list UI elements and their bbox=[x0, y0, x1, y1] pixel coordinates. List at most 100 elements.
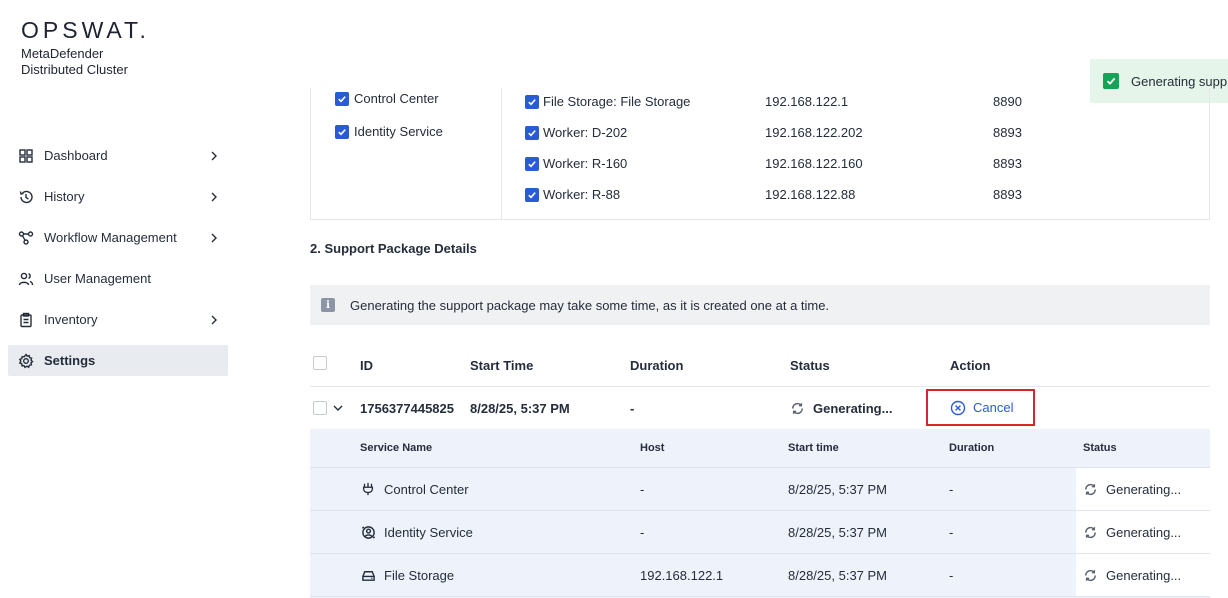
row-select-cell bbox=[313, 387, 327, 429]
service-port: 8890 bbox=[993, 94, 1022, 109]
service-name: File Storage: File Storage bbox=[543, 94, 691, 109]
start-cell: 8/28/25, 5:37 PM bbox=[788, 481, 888, 497]
service-name: Control Center bbox=[384, 481, 469, 497]
nav-label: Dashboard bbox=[44, 148, 108, 163]
nav-item-workflow-management[interactable]: Workflow Management bbox=[8, 222, 228, 253]
nav-label: Settings bbox=[44, 353, 96, 368]
service-port: 8893 bbox=[993, 156, 1022, 171]
host-cell: - bbox=[640, 481, 645, 497]
section-title: 2. Support Package Details bbox=[310, 241, 477, 256]
plug-icon bbox=[360, 481, 376, 497]
select-all-checkbox[interactable] bbox=[313, 355, 327, 370]
toast-text: Generating supp bbox=[1131, 73, 1228, 89]
row-duration: - bbox=[630, 400, 635, 416]
table-row: 1756377445825 8/28/25, 5:37 PM - Generat… bbox=[310, 387, 1210, 429]
service-option-label: Identity Service bbox=[354, 124, 443, 139]
row-status: Generating... bbox=[790, 387, 892, 429]
info-icon: i bbox=[321, 298, 335, 312]
checkbox-checked[interactable] bbox=[525, 94, 539, 109]
chevron-right-icon bbox=[208, 150, 220, 162]
sub-table-header: Service Name Host Start time Duration St… bbox=[310, 429, 1210, 468]
nav-label: Workflow Management bbox=[44, 230, 177, 245]
nav-item-dashboard[interactable]: Dashboard bbox=[8, 140, 228, 171]
chevron-right-icon bbox=[208, 314, 220, 326]
identity-icon bbox=[360, 524, 376, 540]
clipboard-icon bbox=[18, 312, 34, 328]
header-start-time: Start Time bbox=[470, 358, 534, 373]
service-option-control-center[interactable]: Control Center bbox=[335, 91, 439, 106]
spinner-icon bbox=[1083, 525, 1098, 540]
nav-item-user-management[interactable]: User Management bbox=[8, 263, 228, 294]
service-name: Worker: R-88 bbox=[543, 187, 621, 202]
checkbox-checked[interactable] bbox=[335, 124, 349, 139]
row-checkbox[interactable] bbox=[313, 401, 327, 415]
service-name: Worker: D-202 bbox=[543, 125, 628, 140]
checkbox-checked[interactable] bbox=[335, 91, 349, 106]
sub-header-service: Service Name bbox=[360, 442, 433, 454]
status-cell: Generating... bbox=[1076, 468, 1210, 510]
cancel-button[interactable]: Cancel bbox=[926, 389, 1035, 426]
select-all-cell bbox=[313, 345, 327, 386]
chevron-down-icon bbox=[332, 402, 344, 414]
sub-header-start: Start time bbox=[788, 442, 839, 454]
spinner-icon bbox=[1083, 568, 1098, 583]
spinner-icon bbox=[790, 401, 805, 416]
status-text: Generating... bbox=[1106, 567, 1182, 583]
history-icon bbox=[18, 189, 34, 205]
row-id: 1756377445825 bbox=[360, 400, 454, 416]
service-name: Worker: R-160 bbox=[543, 156, 628, 171]
service-host: 192.168.122.202 bbox=[765, 125, 863, 140]
cancel-circle-icon bbox=[950, 400, 966, 416]
service-option-row[interactable]: Worker: R-88 192.168.122.88 8893 bbox=[525, 187, 1205, 202]
users-icon bbox=[18, 271, 34, 287]
status-cell: Generating... bbox=[1076, 554, 1210, 596]
start-cell: 8/28/25, 5:37 PM bbox=[788, 524, 888, 540]
host-cell: 192.168.122.1 bbox=[640, 567, 724, 583]
nav-label: Inventory bbox=[44, 312, 98, 327]
brand: OPSWAT. MetaDefender Distributed Cluster bbox=[21, 17, 150, 78]
chevron-right-icon bbox=[208, 191, 220, 203]
checkbox-checked[interactable] bbox=[525, 187, 539, 202]
workflow-icon bbox=[18, 230, 34, 246]
service-host: 192.168.122.88 bbox=[765, 187, 856, 202]
sub-table-row: Identity Service - 8/28/25, 5:37 PM - Ge… bbox=[310, 511, 1210, 554]
sub-table-row: Control Center - 8/28/25, 5:37 PM - Gene… bbox=[310, 468, 1210, 511]
header-action: Action bbox=[950, 358, 991, 373]
nav-item-settings[interactable]: Settings bbox=[8, 345, 228, 376]
spinner-icon bbox=[1083, 482, 1098, 497]
service-option-row[interactable]: Worker: D-202 192.168.122.202 8893 bbox=[525, 125, 1205, 140]
nav-item-history[interactable]: History bbox=[8, 181, 228, 212]
service-cell: File Storage bbox=[360, 554, 454, 596]
nav-item-inventory[interactable]: Inventory bbox=[8, 304, 228, 335]
checkbox-checked[interactable] bbox=[525, 125, 539, 140]
status-cell: Generating... bbox=[1076, 511, 1210, 553]
service-cell: Control Center bbox=[360, 468, 469, 510]
header-id: ID bbox=[360, 358, 373, 373]
grid-icon bbox=[18, 148, 34, 164]
service-selection-panel: Control Center Identity Service File Sto… bbox=[310, 88, 1210, 220]
row-start-time: 8/28/25, 5:37 PM bbox=[470, 400, 570, 416]
chevron-right-icon bbox=[208, 232, 220, 244]
nav-label: User Management bbox=[44, 271, 151, 286]
info-text: Generating the support package may take … bbox=[350, 297, 830, 313]
service-option-identity-service[interactable]: Identity Service bbox=[335, 124, 443, 139]
checkbox-checked[interactable] bbox=[525, 156, 539, 171]
header-duration: Duration bbox=[630, 358, 684, 373]
gear-icon bbox=[18, 352, 34, 369]
cancel-label: Cancel bbox=[973, 400, 1014, 415]
service-option-row[interactable]: Worker: R-160 192.168.122.160 8893 bbox=[525, 156, 1205, 171]
duration-cell: - bbox=[949, 567, 954, 583]
product-name-line2: Distributed Cluster bbox=[21, 62, 128, 77]
start-cell: 8/28/25, 5:37 PM bbox=[788, 567, 888, 583]
service-option-row[interactable]: File Storage: File Storage 192.168.122.1… bbox=[525, 94, 1205, 109]
service-port: 8893 bbox=[993, 125, 1022, 140]
info-banner: i Generating the support package may tak… bbox=[310, 285, 1210, 325]
sub-header-status: Status bbox=[1083, 442, 1117, 454]
status-text: Generating... bbox=[1106, 524, 1182, 540]
product-name-line1: MetaDefender bbox=[21, 46, 104, 61]
sidebar: OPSWAT. MetaDefender Distributed Cluster… bbox=[0, 0, 240, 598]
duration-cell: - bbox=[949, 524, 954, 540]
sub-header-duration: Duration bbox=[949, 442, 995, 454]
service-port: 8893 bbox=[993, 187, 1022, 202]
expand-toggle[interactable] bbox=[332, 387, 344, 429]
